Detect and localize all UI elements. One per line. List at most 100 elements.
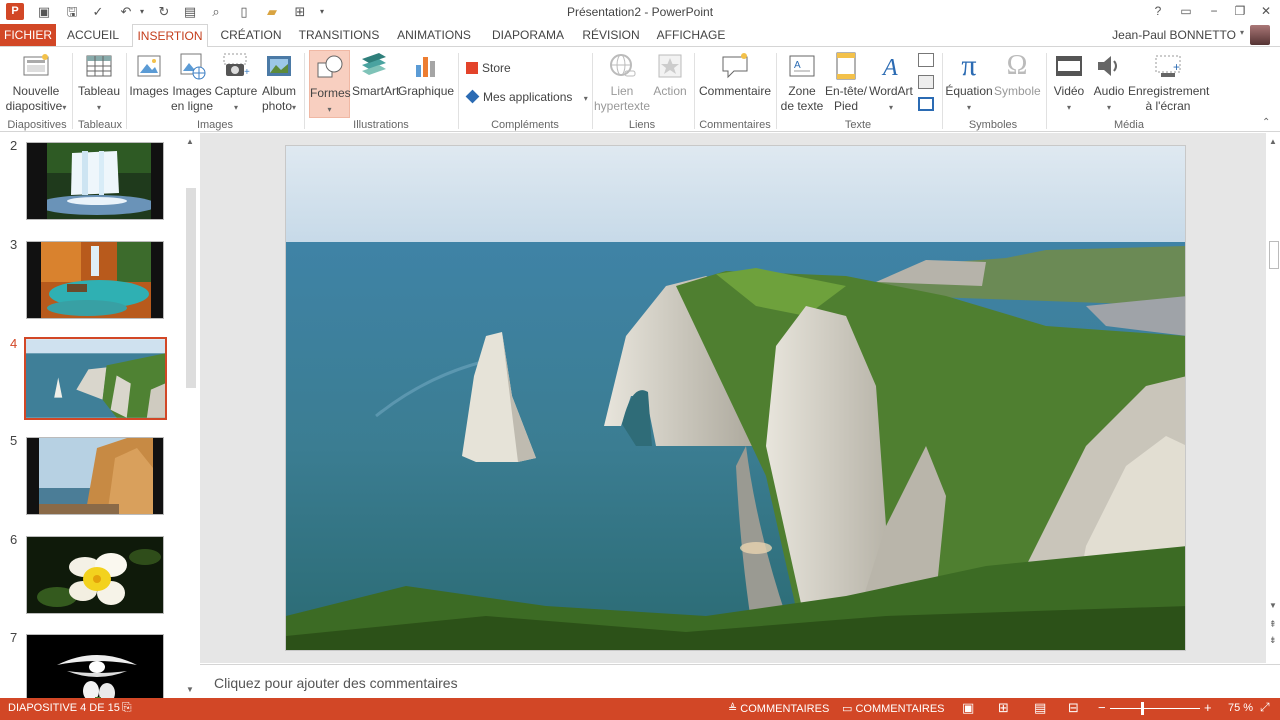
- slide-thumbnail[interactable]: [26, 536, 164, 614]
- slide-editor: [200, 133, 1266, 663]
- current-slide[interactable]: [285, 145, 1186, 651]
- undo-dropdown-icon[interactable]: ▾: [134, 4, 150, 20]
- shapes-button[interactable]: Formes ▾: [309, 50, 351, 118]
- zoom-slider-track[interactable]: [1110, 708, 1200, 709]
- new-file-icon[interactable]: ▯: [236, 4, 252, 20]
- tab-revision[interactable]: RÉVISION: [578, 24, 644, 46]
- online-images-button[interactable]: Images en ligne: [170, 51, 214, 114]
- new-slide-button[interactable]: Nouvelle diapositive▾: [4, 51, 68, 115]
- zoom-level[interactable]: 75 %: [1228, 702, 1253, 714]
- slide-thumbnail[interactable]: [26, 241, 164, 319]
- slide-sorter-icon[interactable]: ⊞: [998, 700, 1009, 716]
- zoom-slider-handle[interactable]: [1141, 702, 1144, 715]
- open-folder-icon[interactable]: ▰: [264, 4, 280, 20]
- slideshow-view-icon[interactable]: ⊟: [1068, 700, 1079, 716]
- next-slide-icon[interactable]: ⇟: [1269, 635, 1277, 646]
- smartart-button[interactable]: SmartArt: [352, 51, 399, 99]
- fit-to-window-icon[interactable]: ⤢: [1260, 700, 1270, 715]
- slide-number-icon[interactable]: [918, 75, 934, 89]
- date-time-icon[interactable]: [918, 53, 934, 67]
- tab-diaporama[interactable]: DIAPORAMA: [486, 24, 570, 46]
- photo-album-button[interactable]: Album photo▾: [258, 51, 300, 115]
- redo-icon[interactable]: ↻: [156, 4, 172, 20]
- chevron-down-icon: ▾: [62, 103, 67, 112]
- apps-icon: [465, 89, 480, 104]
- tab-creation[interactable]: CRÉATION: [216, 24, 286, 46]
- print-preview-icon[interactable]: ⌕: [208, 4, 224, 20]
- scrollbar-thumb[interactable]: [1269, 241, 1279, 269]
- svg-text:+: +: [244, 67, 250, 78]
- slideshow-icon[interactable]: ▤: [182, 4, 198, 20]
- store-icon: [466, 62, 478, 74]
- scroll-down-icon[interactable]: ▼: [186, 685, 194, 694]
- object-icon[interactable]: [918, 97, 934, 111]
- online-images-label-2: en ligne: [170, 99, 214, 113]
- tab-insertion[interactable]: INSERTION: [132, 24, 208, 47]
- slide-thumbnail[interactable]: [26, 634, 164, 698]
- undo-icon[interactable]: ↶: [118, 4, 134, 20]
- symbol-button[interactable]: Ω Symbole: [994, 51, 1041, 99]
- screen-recording-button[interactable]: + Enregistrement à l'écran: [1128, 51, 1209, 114]
- collapse-ribbon-icon[interactable]: ⌃: [1262, 117, 1270, 128]
- my-apps-button[interactable]: Mes applications ▾: [465, 89, 588, 104]
- user-dropdown-icon[interactable]: ▾: [1240, 28, 1244, 37]
- previous-slide-icon[interactable]: ⇞: [1269, 619, 1277, 630]
- slide-thumbnail[interactable]: [26, 437, 164, 515]
- scrollbar-thumb[interactable]: [186, 188, 196, 388]
- table-button[interactable]: Tableau ▾: [76, 51, 122, 115]
- tab-transitions[interactable]: TRANSITIONS: [296, 24, 382, 46]
- action-button[interactable]: Action: [650, 51, 690, 99]
- close-button[interactable]: ✕: [1253, 2, 1279, 20]
- slide-thumbnail-selected[interactable]: [24, 337, 167, 420]
- textbox-button[interactable]: A Zone de texte: [780, 51, 824, 114]
- tab-accueil[interactable]: ACCUEIL: [64, 24, 122, 46]
- editor-scrollbar[interactable]: ▲ ▼ ⇞ ⇟: [1266, 133, 1280, 663]
- tab-animations[interactable]: ANIMATIONS: [392, 24, 476, 46]
- audio-label: Audio: [1093, 84, 1125, 98]
- user-name[interactable]: Jean-Paul BONNETTO: [1112, 28, 1236, 42]
- chevron-down-icon: ▾: [292, 103, 297, 112]
- video-button[interactable]: Vidéo ▾: [1048, 51, 1090, 115]
- powerpoint-icon[interactable]: P: [6, 3, 24, 20]
- notes-pane[interactable]: Cliquez pour ajouter des commentaires: [200, 664, 1280, 698]
- avatar[interactable]: [1250, 25, 1270, 45]
- comment-button[interactable]: Commentaire: [698, 51, 772, 99]
- thumbnails-scrollbar[interactable]: ▲ ▼: [184, 133, 198, 698]
- comment-label: Commentaire: [698, 84, 772, 98]
- touch-mode-icon[interactable]: ⊞: [292, 4, 308, 20]
- save-icon[interactable]: 🖫: [64, 4, 80, 20]
- help-button[interactable]: ?: [1145, 2, 1171, 20]
- save-as-icon[interactable]: ✓: [90, 4, 106, 20]
- audio-button[interactable]: Audio ▾: [1090, 51, 1128, 115]
- notes-placeholder[interactable]: Cliquez pour ajouter des commentaires: [214, 675, 458, 691]
- customize-qat-icon[interactable]: ▾: [314, 4, 330, 20]
- header-footer-button[interactable]: En-tête/ Pied: [824, 51, 868, 114]
- store-button[interactable]: Store: [466, 61, 511, 75]
- equation-button[interactable]: π Équation ▾: [944, 51, 994, 115]
- ribbon-display-button[interactable]: ▭: [1173, 2, 1199, 20]
- capture-button[interactable]: + Capture ▾: [214, 51, 258, 115]
- wordart-button[interactable]: A WordArt ▾: [868, 51, 914, 115]
- comments-toggle-button[interactable]: ▭ COMMENTAIRES: [842, 702, 945, 715]
- tab-file[interactable]: FICHIER: [0, 24, 56, 46]
- autumn-waterfall-image: [27, 242, 163, 318]
- slide-thumbnail[interactable]: [26, 142, 164, 220]
- maximize-button[interactable]: ❐: [1227, 2, 1253, 20]
- scroll-down-icon[interactable]: ▼: [1269, 601, 1277, 610]
- notes-toggle-button[interactable]: ≜ COMMENTAIRES: [728, 702, 829, 715]
- images-button[interactable]: Images: [128, 51, 170, 99]
- scroll-up-icon[interactable]: ▲: [1269, 137, 1277, 146]
- tab-affichage[interactable]: AFFICHAGE: [652, 24, 730, 46]
- chart-label: Graphique: [398, 84, 455, 98]
- chart-button[interactable]: Graphique: [398, 51, 454, 99]
- group-divider: [458, 53, 459, 129]
- hyperlink-button[interactable]: Lien hypertexte: [594, 51, 650, 114]
- zoom-out-icon[interactable]: −: [1098, 700, 1106, 715]
- scroll-up-icon[interactable]: ▲: [186, 137, 194, 146]
- normal-view-icon[interactable]: ▣: [962, 700, 974, 716]
- save-file-icon[interactable]: ▣: [36, 4, 52, 20]
- minimize-button[interactable]: −: [1201, 2, 1227, 20]
- reading-view-icon[interactable]: ▤: [1034, 700, 1046, 716]
- zoom-in-icon[interactable]: +: [1204, 700, 1212, 715]
- spellcheck-icon[interactable]: ⎘: [122, 700, 132, 715]
